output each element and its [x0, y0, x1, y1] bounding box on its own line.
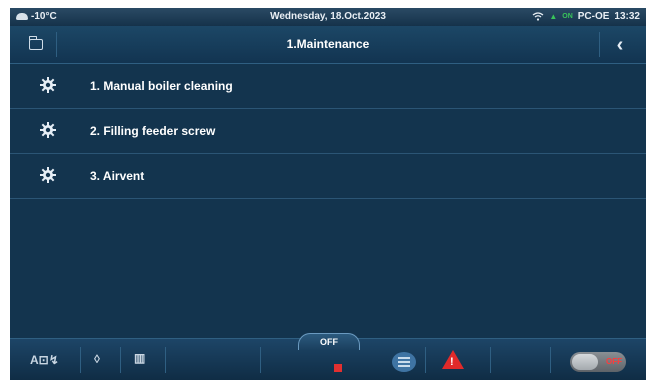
status-bar: -10°C Wednesday, 18.Oct.2023 ▲ ON PC-OE … — [10, 8, 646, 26]
radiator-icon[interactable]: ▥ — [134, 351, 145, 365]
divider — [80, 347, 81, 373]
page-title: 1.Maintenance — [286, 37, 370, 51]
off-status-tab[interactable]: OFF — [298, 333, 360, 350]
wifi-icon — [532, 12, 544, 21]
back-button[interactable]: ‹ — [599, 32, 640, 57]
gear-icon — [40, 167, 56, 183]
folder-button[interactable] — [16, 32, 57, 57]
gear-icon — [40, 122, 56, 138]
warning-mark: ! — [450, 356, 454, 368]
line — [398, 365, 410, 367]
divider — [120, 347, 121, 373]
divider — [165, 347, 166, 373]
divider — [490, 347, 491, 373]
mini-icon: ▲ — [549, 12, 558, 21]
clock: 13:32 — [614, 11, 640, 22]
menu-item-airvent[interactable]: 3. Airvent — [10, 154, 646, 199]
auto-mode-icon[interactable]: A⊡↯ — [30, 353, 59, 367]
power-toggle[interactable]: OFF — [570, 352, 626, 372]
menu-lines-button[interactable] — [392, 352, 416, 372]
divider — [425, 347, 426, 373]
toggle-knob — [572, 354, 598, 370]
header-bar: 1.Maintenance ‹ — [10, 26, 646, 64]
status-right: ▲ ON PC-OE 13:32 — [532, 11, 640, 22]
menu-item-filling-feeder-screw[interactable]: 2. Filling feeder screw — [10, 109, 646, 154]
menu-item-manual-boiler-cleaning[interactable]: 1. Manual boiler cleaning — [10, 64, 646, 109]
flame-icon[interactable]: ◊ — [94, 352, 100, 366]
line — [398, 361, 410, 363]
divider — [260, 347, 261, 373]
gear-icon — [40, 77, 56, 93]
menu-item-label: 1. Manual boiler cleaning — [90, 79, 233, 93]
on-tag: ON — [562, 13, 573, 20]
folder-icon — [29, 36, 43, 50]
chevron-left-icon: ‹ — [616, 33, 624, 56]
controller-screen: -10°C Wednesday, 18.Oct.2023 ▲ ON PC-OE … — [10, 8, 646, 380]
line — [398, 357, 410, 359]
maintenance-menu: 1. Manual boiler cleaning 2. Filling fee… — [10, 64, 646, 199]
menu-item-label: 2. Filling feeder screw — [90, 124, 216, 138]
divider — [550, 347, 551, 373]
toggle-off-label: OFF — [606, 357, 622, 366]
device-label: PC-OE — [577, 11, 610, 22]
stop-icon — [334, 364, 342, 372]
menu-item-label: 3. Airvent — [90, 169, 145, 183]
